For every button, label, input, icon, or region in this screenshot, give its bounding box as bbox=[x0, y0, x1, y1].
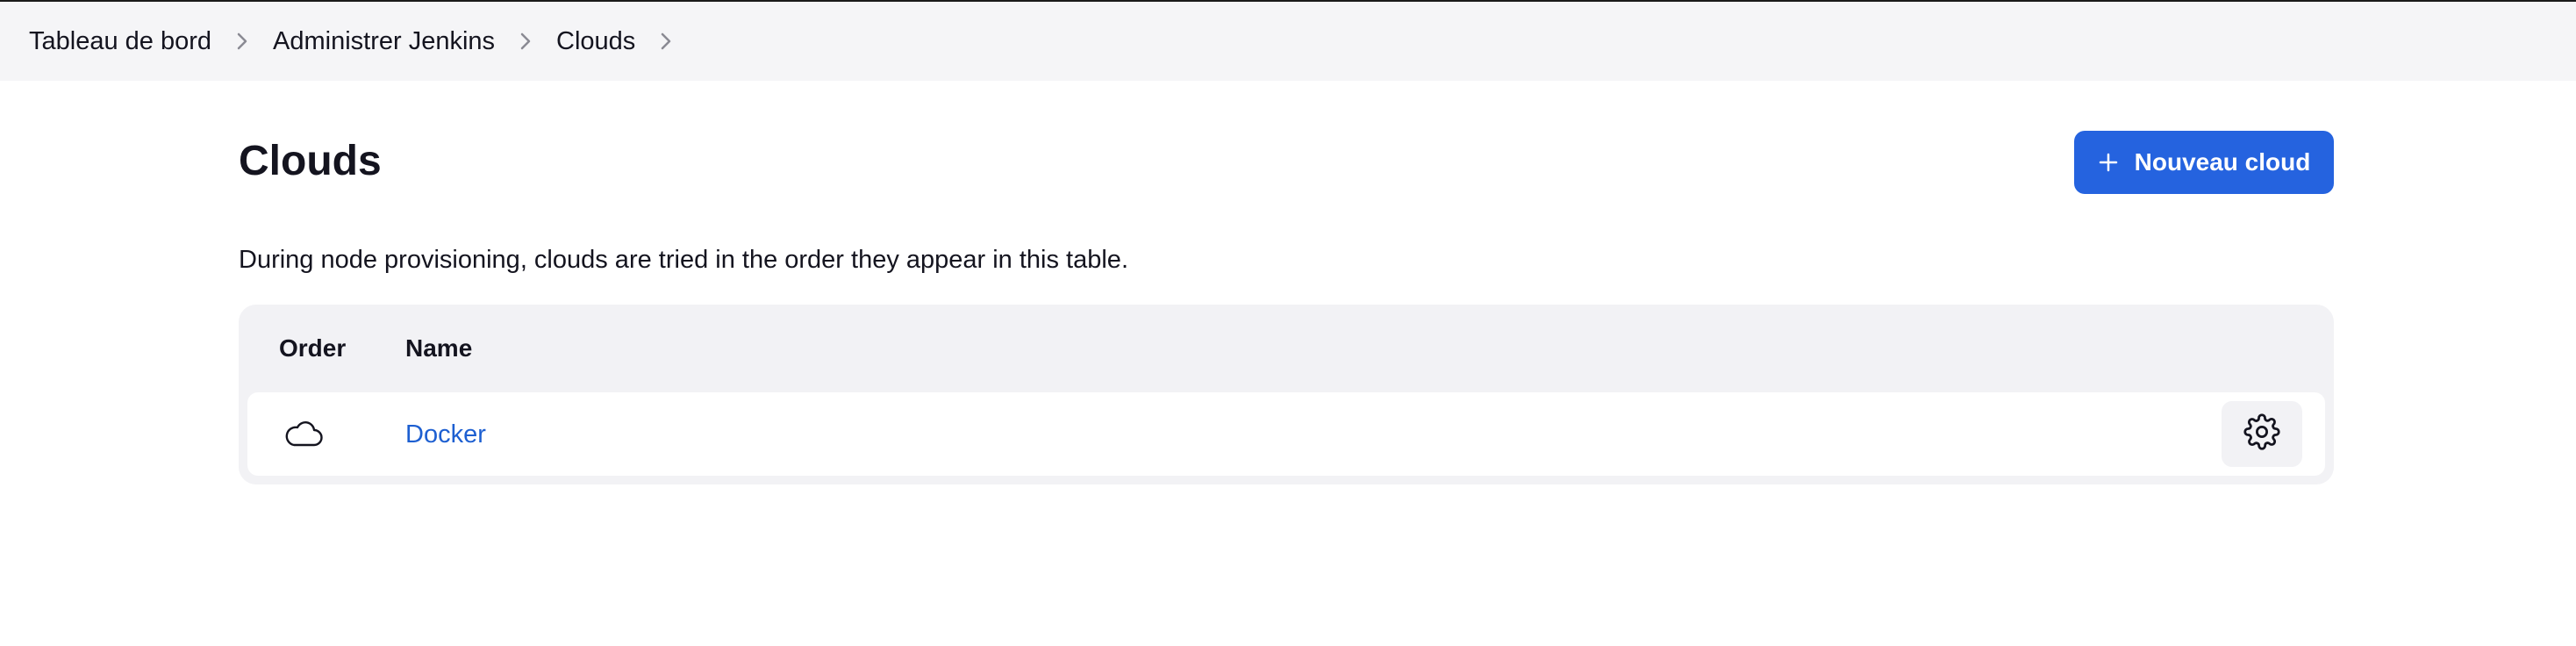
breadcrumb-label[interactable]: Clouds bbox=[556, 27, 635, 56]
chevron-right-icon[interactable] bbox=[635, 24, 697, 59]
clouds-table: Order Name Docker bbox=[239, 305, 2334, 484]
configure-cloud-button[interactable] bbox=[2222, 401, 2302, 467]
cloud-icon bbox=[283, 417, 325, 452]
column-header-name: Name bbox=[405, 334, 473, 362]
breadcrumb-item-manage-jenkins[interactable]: Administrer Jenkins bbox=[273, 27, 495, 56]
column-header-order: Order bbox=[279, 334, 347, 362]
new-cloud-button[interactable]: Nouveau cloud bbox=[2074, 131, 2334, 194]
breadcrumb-item-dashboard[interactable]: Tableau de bord bbox=[29, 27, 211, 56]
new-cloud-label: Nouveau cloud bbox=[2134, 148, 2311, 176]
cloud-name-link[interactable]: Docker bbox=[405, 417, 486, 452]
plus-icon bbox=[2098, 152, 2119, 173]
breadcrumb-item-clouds[interactable]: Clouds bbox=[556, 27, 635, 56]
breadcrumb-label[interactable]: Administrer Jenkins bbox=[273, 27, 495, 56]
page-title: Clouds bbox=[239, 138, 382, 184]
breadcrumb-label[interactable]: Tableau de bord bbox=[29, 27, 211, 56]
breadcrumb: Tableau de bord Administrer Jenkins Clou… bbox=[0, 2, 2576, 81]
chevron-right-icon[interactable] bbox=[495, 24, 556, 59]
page-description: During node provisioning, clouds are tri… bbox=[239, 246, 1128, 274]
table-row: Docker bbox=[247, 392, 2325, 476]
chevron-right-icon[interactable] bbox=[211, 24, 273, 59]
gear-icon bbox=[2243, 413, 2280, 455]
